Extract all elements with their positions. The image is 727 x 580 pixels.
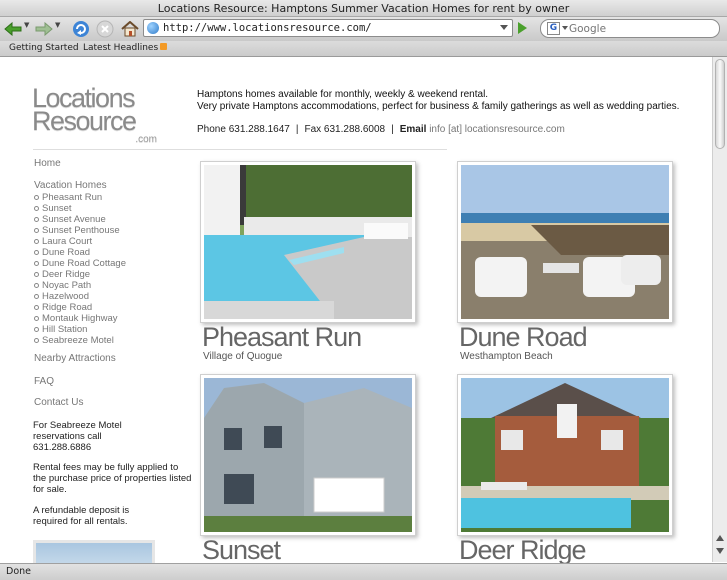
scrollbar-thumb[interactable] [715,59,725,149]
rental-fees-note: Rental fees may be fully applied to the … [33,462,192,495]
listing-location-pheasant-run: Village of Quogue [203,351,283,362]
nav-faq[interactable]: FAQ [34,376,54,387]
site-logo[interactable]: Locations Resource .com [32,85,157,146]
nav-property-pheasant-run[interactable]: Pheasant Run [34,192,102,203]
nav-property-sunset-avenue[interactable]: Sunset Avenue [34,214,106,225]
fax-number: Fax 631.288.6008 [304,124,386,135]
seabreeze-reservation-note: For Seabreeze Motel reservations call 63… [33,420,122,453]
listing-photo-pheasant-run[interactable] [200,161,416,323]
reload-icon[interactable] [72,20,90,38]
go-arrow-icon[interactable] [518,22,527,34]
listing-title-pheasant-run[interactable]: Pheasant Run [202,322,362,353]
nav-property-dune-road[interactable]: Dune Road [34,247,90,258]
status-text: Done [6,566,31,577]
intro-text: Hamptons homes available for monthly, we… [197,89,679,113]
nav-property-dune-road-cottage[interactable]: Dune Road Cottage [34,258,126,269]
bookmarks-toolbar: Getting Started Latest Headlines [0,41,727,57]
search-engine-dropdown-icon[interactable] [562,26,568,30]
address-bar-url[interactable]: http://www.locationsresource.com/ [163,22,372,34]
rss-icon [160,43,168,50]
listing-title-sunset[interactable]: Sunset [202,535,281,563]
bookmark-getting-started[interactable]: Getting Started [9,41,79,56]
nav-property-noyac-path[interactable]: Noyac Path [34,280,91,291]
page-content: Locations Resource .com Hamptons homes a… [0,57,712,563]
back-arrow-icon[interactable] [4,20,22,38]
nav-nearby-attractions[interactable]: Nearby Attractions [34,353,116,364]
side-photo[interactable] [33,540,155,563]
listing-title-deer-ridge[interactable]: Deer Ridge [459,535,587,563]
deposit-note: A refundable deposit is required for all… [33,505,130,527]
search-box[interactable]: G [540,19,720,38]
nav-property-laura-court[interactable]: Laura Court [34,236,92,247]
listing-location-dune-road: Westhampton Beach [460,351,553,362]
email-label: Email [399,124,427,135]
nav-property-sunset[interactable]: Sunset [34,203,72,214]
address-bar[interactable]: http://www.locationsresource.com/ [143,19,513,37]
phone-number: Phone 631.288.1647 [197,124,290,135]
nav-home[interactable]: Home [34,158,61,169]
search-input[interactable] [569,21,709,36]
nav-property-seabreeze-motel[interactable]: Seabreeze Motel [34,335,114,346]
back-history-dropdown[interactable]: ▼ [24,21,29,29]
scroll-down-arrow-icon[interactable] [716,548,724,554]
intro-line-2: Very private Hamptons accommodations, pe… [197,101,680,112]
listing-photo-sunset[interactable] [200,374,416,536]
nav-vacation-homes[interactable]: Vacation Homes [34,180,107,191]
stop-icon[interactable] [96,20,114,38]
nav-property-hill-station[interactable]: Hill Station [34,324,87,335]
email-address[interactable]: info [at] locationsresource.com [429,124,565,135]
nav-property-sunset-penthouse[interactable]: Sunset Penthouse [34,225,120,236]
scroll-up-arrow-icon[interactable] [716,535,724,541]
status-bar: Done [0,563,727,580]
globe-icon [147,22,159,34]
listing-title-dune-road[interactable]: Dune Road [459,322,588,353]
nav-property-montauk-highway[interactable]: Montauk Highway [34,313,118,324]
nav-property-hazelwood[interactable]: Hazelwood [34,291,89,302]
chevron-down-icon[interactable] [500,25,508,30]
bookmark-latest-headlines[interactable]: Latest Headlines [83,41,168,56]
intro-line-1: Hamptons homes available for monthly, we… [197,89,489,100]
listing-photo-deer-ridge[interactable] [457,374,673,536]
nav-contact-us[interactable]: Contact Us [34,397,83,408]
home-icon[interactable] [121,20,139,38]
google-icon[interactable]: G [547,22,560,35]
window-title: Locations Resource: Hamptons Summer Vaca… [0,0,727,17]
listing-photo-dune-road[interactable] [457,161,673,323]
vertical-scrollbar[interactable] [712,57,727,562]
nav-property-deer-ridge[interactable]: Deer Ridge [34,269,90,280]
logo-line-2: Resource [32,106,137,136]
contact-line: Phone 631.288.1647 | Fax 631.288.6008 | Emai… [197,124,565,135]
bookmark-latest-headlines-label: Latest Headlines [83,43,159,53]
forward-history-dropdown[interactable]: ▼ [55,21,60,29]
header-divider [33,149,447,150]
nav-property-ridge-road[interactable]: Ridge Road [34,302,92,313]
forward-arrow-icon[interactable] [35,20,53,38]
